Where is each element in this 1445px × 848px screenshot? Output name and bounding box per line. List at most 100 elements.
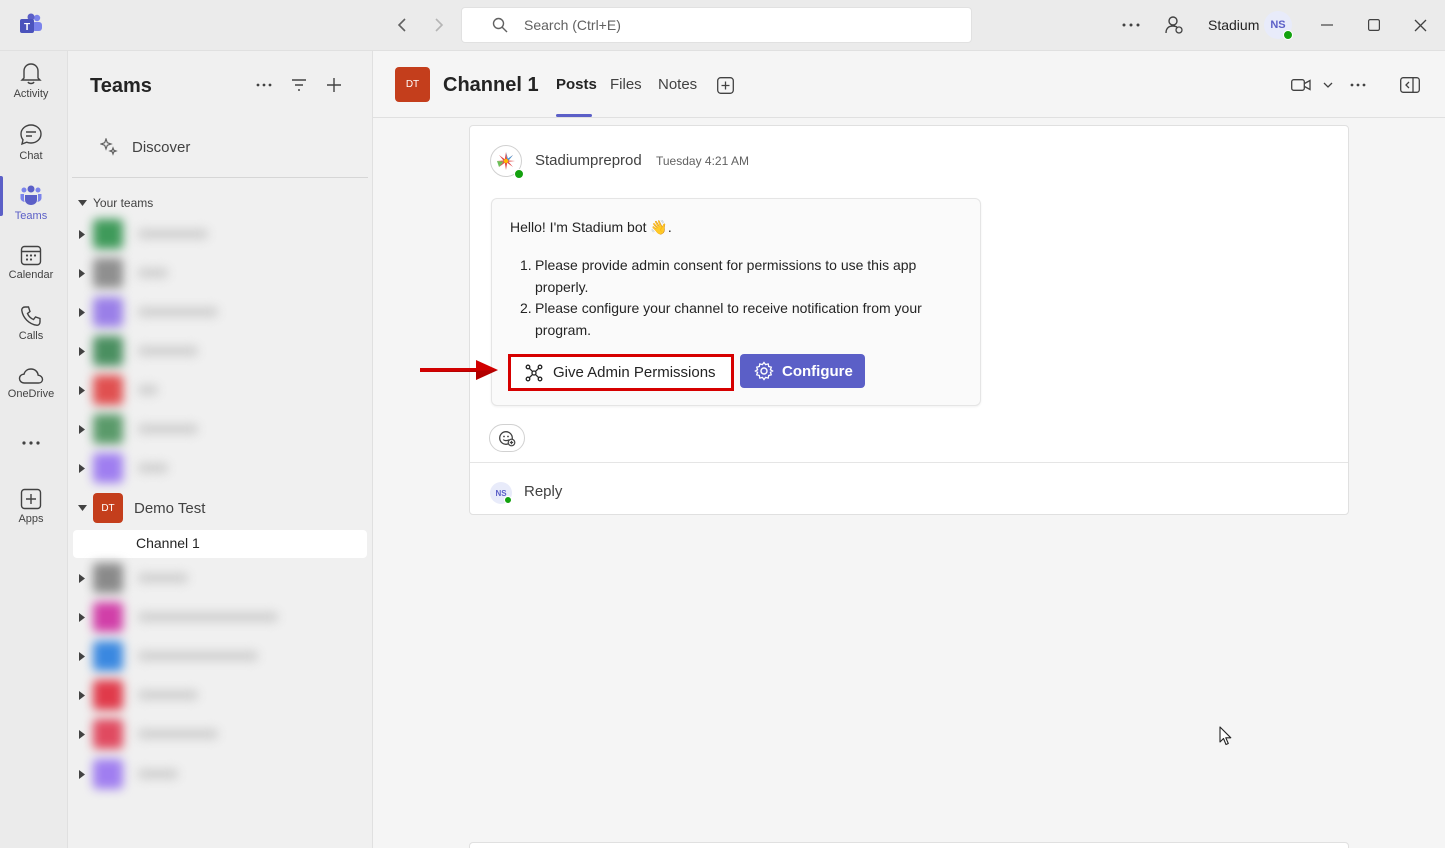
more-options-icon[interactable]	[1119, 13, 1143, 37]
add-icon[interactable]	[322, 73, 346, 97]
rail-item-teams[interactable]: Teams	[0, 183, 62, 222]
sender-name[interactable]: Stadiumpreprod	[535, 152, 642, 169]
team-avatar	[93, 719, 123, 749]
configure-button[interactable]: Configure	[740, 354, 865, 388]
team-avatar	[93, 297, 123, 327]
rail-item-activity[interactable]: Activity	[0, 61, 62, 100]
channel-header: DT Channel 1 Posts Files Notes	[373, 51, 1445, 118]
button-label: Give Admin Permissions	[553, 364, 716, 381]
presence-available-icon	[514, 169, 524, 179]
caret-down-icon	[78, 505, 87, 511]
card-instructions-list: 1. Please provide admin consent for perm…	[510, 255, 950, 341]
caret-down-icon	[78, 200, 87, 206]
teams-pane: Teams Discover Your teams DT Demo Test C…	[68, 51, 373, 848]
pane-title: Teams	[90, 75, 152, 97]
tab-notes[interactable]: Notes	[658, 76, 697, 93]
team-item[interactable]	[68, 598, 368, 636]
team-name-redacted	[138, 268, 168, 278]
meet-video-icon[interactable]	[1289, 73, 1313, 97]
rail-item-calendar[interactable]: Calendar	[0, 244, 62, 281]
more-options-icon[interactable]	[1346, 73, 1370, 97]
team-item[interactable]	[68, 215, 368, 253]
tab-posts[interactable]: Posts	[556, 76, 597, 93]
caret-right-icon	[79, 573, 85, 583]
rail-item-apps[interactable]: Apps	[0, 488, 62, 525]
reply-button[interactable]: Reply	[524, 483, 562, 500]
stadium-logo-icon	[497, 152, 515, 170]
title-bar: T Stadium NS	[0, 0, 1445, 51]
team-item[interactable]	[68, 332, 368, 370]
team-item[interactable]	[68, 637, 368, 675]
channel-item-selected[interactable]: Channel 1	[73, 530, 367, 558]
active-tab-indicator	[556, 114, 592, 117]
team-item[interactable]	[68, 755, 368, 793]
team-item[interactable]	[68, 371, 368, 409]
rail-more-apps[interactable]	[0, 441, 62, 445]
network-icon	[525, 364, 543, 381]
tab-files[interactable]: Files	[610, 76, 642, 93]
forward-arrow-icon[interactable]	[428, 15, 448, 35]
rail-item-onedrive[interactable]: OneDrive	[0, 367, 62, 400]
open-side-panel-icon[interactable]	[1398, 73, 1422, 97]
team-avatar	[93, 414, 123, 444]
close-icon[interactable]	[1408, 13, 1432, 37]
app-rail: Activity Chat Teams Calendar Calls OneDr…	[0, 51, 68, 848]
team-item-demo-test[interactable]: DT Demo Test	[68, 489, 368, 527]
team-name-redacted	[138, 690, 198, 700]
caret-right-icon	[79, 424, 85, 434]
maximize-icon[interactable]	[1362, 13, 1386, 37]
list-item: 1. Please provide admin consent for perm…	[510, 255, 950, 298]
team-avatar	[93, 602, 123, 632]
team-name-redacted	[138, 612, 278, 622]
team-name-redacted	[138, 729, 218, 739]
chevron-down-icon[interactable]	[1316, 73, 1340, 97]
user-initials: NS	[1270, 19, 1286, 31]
rail-item-calls[interactable]: Calls	[0, 305, 62, 342]
rail-item-chat[interactable]: Chat	[0, 123, 62, 162]
svg-text:T: T	[24, 22, 30, 33]
list-text: Please provide admin consent for permiss…	[535, 257, 917, 295]
search-input[interactable]	[524, 17, 924, 33]
team-item[interactable]	[68, 449, 368, 487]
team-item[interactable]	[68, 559, 368, 597]
minimize-icon[interactable]	[1315, 13, 1339, 37]
add-tab-icon[interactable]	[713, 73, 737, 97]
team-item[interactable]	[68, 676, 368, 714]
team-item[interactable]	[68, 410, 368, 448]
more-options-icon[interactable]	[252, 73, 276, 97]
sparkle-icon	[100, 138, 118, 156]
filter-icon[interactable]	[287, 73, 311, 97]
list-number: 2.	[520, 300, 532, 316]
phone-icon	[21, 306, 41, 326]
card-greeting: Hello! I'm Stadium bot 👋.	[510, 219, 672, 235]
team-avatar	[93, 563, 123, 593]
team-initials: DT	[101, 502, 115, 514]
team-item[interactable]	[68, 254, 368, 292]
team-avatar	[93, 258, 123, 288]
your-teams-header[interactable]: Your teams	[78, 196, 153, 210]
list-text: Please configure your channel to receive…	[535, 300, 922, 338]
bot-avatar[interactable]	[490, 145, 524, 179]
caret-right-icon	[79, 385, 85, 395]
user-avatar[interactable]: NS	[1264, 11, 1293, 40]
rail-label: Apps	[18, 513, 44, 525]
org-name[interactable]: Stadium	[1208, 17, 1259, 33]
search-box[interactable]	[461, 7, 972, 43]
add-reaction-button[interactable]	[489, 424, 525, 452]
give-admin-permissions-button[interactable]: Give Admin Permissions	[508, 354, 734, 391]
divider	[72, 177, 368, 178]
rail-label: Teams	[14, 210, 48, 222]
team-item[interactable]	[68, 715, 368, 753]
back-arrow-icon[interactable]	[393, 15, 413, 35]
caret-right-icon	[79, 268, 85, 278]
team-item[interactable]	[68, 293, 368, 331]
channel-name: Channel 1	[136, 535, 200, 551]
team-avatar	[93, 453, 123, 483]
discover-link[interactable]: Discover	[100, 138, 190, 156]
discover-label: Discover	[132, 138, 191, 156]
gear-icon	[754, 361, 774, 381]
teams-logo-icon: T	[18, 12, 44, 38]
people-settings-icon[interactable]	[1162, 13, 1186, 37]
compose-box-edge[interactable]	[469, 842, 1349, 848]
team-name: Demo Test	[134, 499, 206, 517]
